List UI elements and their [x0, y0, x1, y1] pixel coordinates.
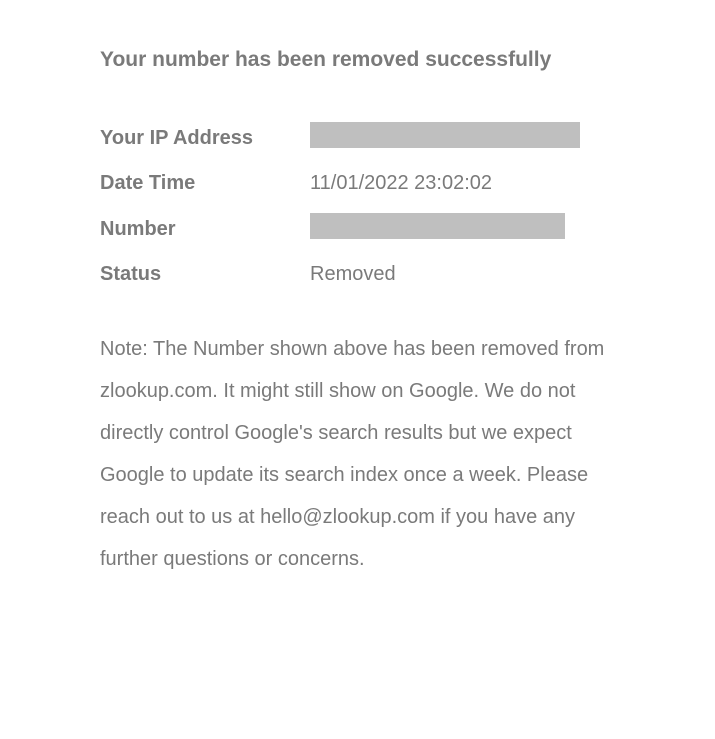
status-label: Status: [100, 263, 310, 286]
confirmation-panel: Your number has been removed successfull…: [0, 0, 715, 640]
number-redacted: [310, 213, 565, 239]
ip-label: Your IP Address: [100, 127, 310, 150]
page-heading: Your number has been removed successfull…: [100, 48, 615, 72]
ip-value: [310, 122, 580, 154]
number-label: Number: [100, 218, 310, 241]
datetime-row: Date Time 11/01/2022 23:02:02: [100, 172, 615, 195]
number-value: [310, 213, 565, 245]
datetime-value: 11/01/2022 23:02:02: [310, 172, 492, 195]
datetime-label: Date Time: [100, 172, 310, 195]
ip-redacted: [310, 122, 580, 148]
status-value: Removed: [310, 263, 396, 286]
note-text: Note: The Number shown above has been re…: [100, 328, 615, 580]
ip-row: Your IP Address: [100, 122, 615, 154]
status-row: Status Removed: [100, 263, 615, 286]
number-row: Number: [100, 213, 615, 245]
